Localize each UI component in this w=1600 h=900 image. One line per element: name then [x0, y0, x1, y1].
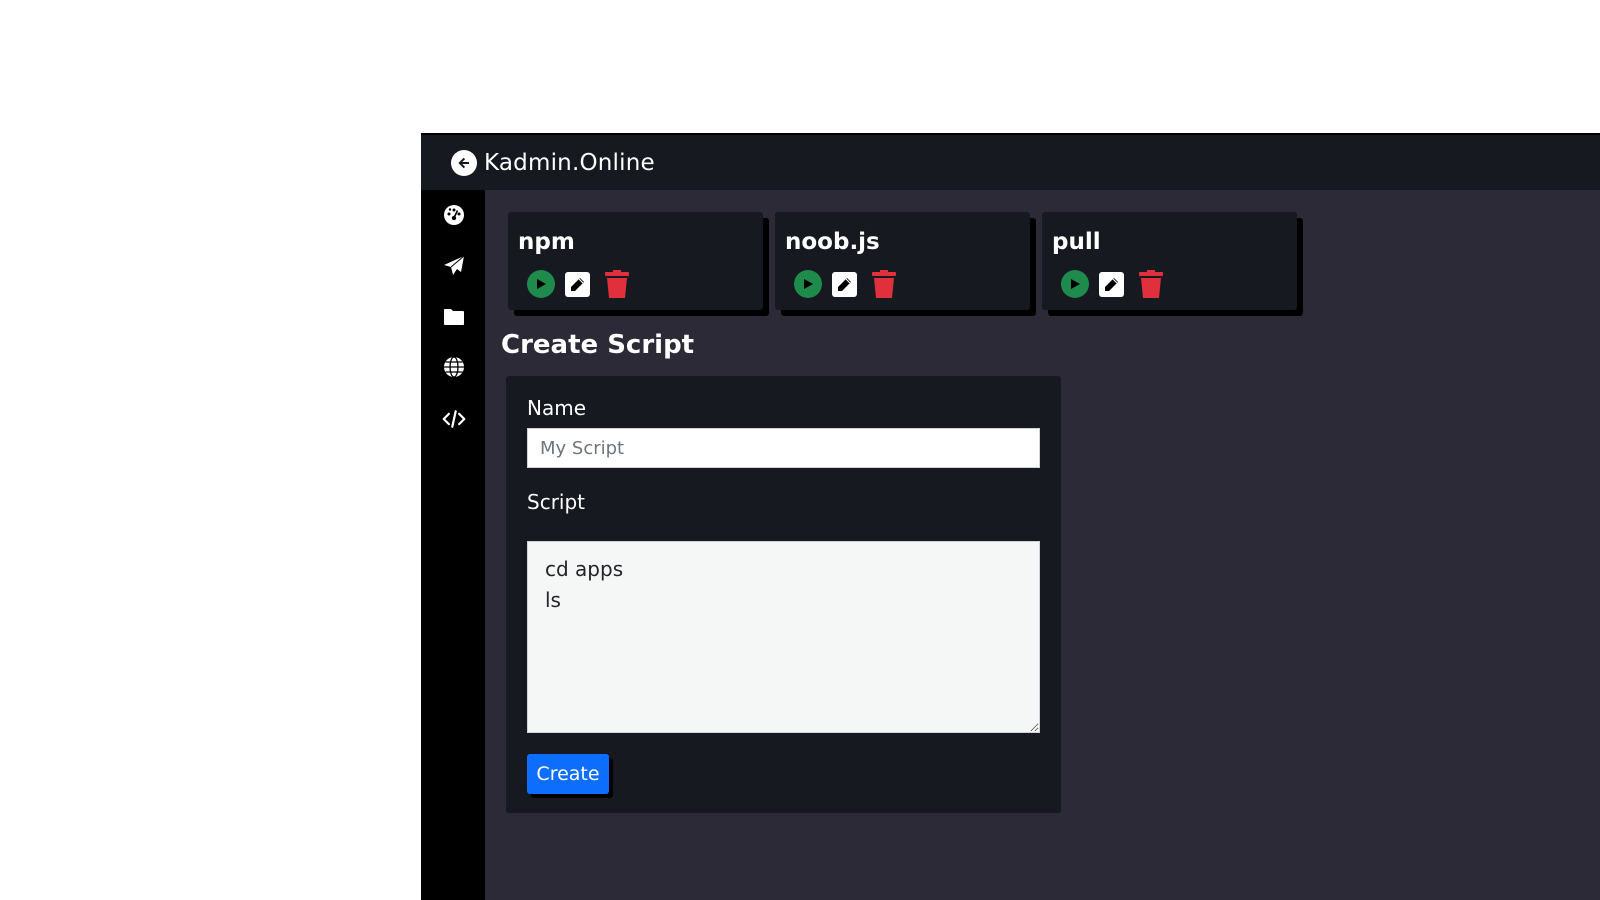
script-textarea[interactable]: cd apps ls: [527, 541, 1040, 733]
trash-icon: [872, 270, 896, 298]
globe-icon: [444, 356, 464, 378]
gauge-icon: [444, 205, 464, 225]
sidebar: [421, 190, 485, 900]
run-script-button[interactable]: [794, 270, 822, 298]
name-input[interactable]: [527, 428, 1040, 468]
trash-icon: [605, 270, 629, 298]
pencil-square-icon: [571, 277, 584, 291]
sidebar-item-domains[interactable]: [442, 355, 466, 379]
delete-script-button[interactable]: [871, 270, 897, 298]
play-circle-icon: [804, 279, 813, 289]
sidebar-item-files[interactable]: [442, 305, 466, 329]
script-actions: [527, 270, 630, 298]
top-bar: Kadmin.Online: [421, 133, 1600, 190]
sidebar-item-scripts[interactable]: [442, 407, 466, 431]
edit-script-button[interactable]: [1099, 271, 1124, 297]
app-title: Kadmin.Online: [484, 149, 655, 176]
name-label: Name: [527, 396, 587, 420]
create-script-heading: Create Script: [501, 330, 695, 360]
create-button[interactable]: Create: [527, 754, 609, 794]
script-card: pull: [1042, 212, 1297, 310]
pencil-square-icon: [1105, 277, 1118, 291]
edit-script-button[interactable]: [832, 271, 857, 297]
script-name: npm: [518, 229, 575, 255]
main-content: npm noob.js pull Create Script Name My S…: [485, 190, 1600, 900]
play-circle-icon: [537, 279, 546, 289]
trash-icon: [1139, 270, 1163, 298]
folder-icon: [444, 309, 464, 325]
script-actions: [794, 270, 897, 298]
script-card: noob.js: [775, 212, 1030, 310]
create-script-form: Name Script cd apps ls Create: [506, 376, 1061, 813]
script-card: npm: [508, 212, 763, 310]
pencil-square-icon: [838, 277, 851, 291]
sidebar-item-send[interactable]: [442, 254, 466, 278]
script-label: Script: [527, 490, 586, 514]
app-window: Kadmin.Online npm noob.js pull Create Sc…: [421, 133, 1600, 900]
run-script-button[interactable]: [527, 270, 555, 298]
delete-script-button[interactable]: [604, 270, 630, 298]
edit-script-button[interactable]: [565, 271, 590, 297]
script-name: pull: [1052, 229, 1101, 255]
code-icon: [442, 410, 466, 428]
script-name: noob.js: [785, 229, 880, 255]
paper-plane-icon: [444, 255, 465, 275]
script-actions: [1061, 270, 1164, 298]
run-script-button[interactable]: [1061, 270, 1089, 298]
play-circle-icon: [1071, 279, 1080, 289]
delete-script-button[interactable]: [1138, 270, 1164, 298]
arrow-left-circle-icon: [458, 157, 469, 168]
sidebar-item-dashboard[interactable]: [442, 203, 466, 227]
back-button[interactable]: [451, 149, 477, 176]
